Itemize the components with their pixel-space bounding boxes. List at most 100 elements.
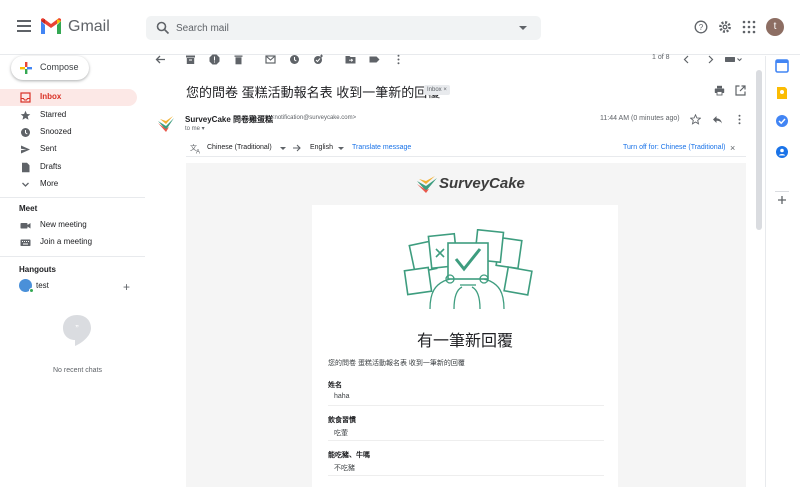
more-vert-icon[interactable] <box>734 114 745 125</box>
side-panel-divider <box>775 191 789 192</box>
sidebar-item-label: Sent <box>40 144 57 153</box>
add-chat-button[interactable]: + <box>123 280 130 294</box>
message-scrollbar[interactable] <box>755 70 764 487</box>
sidebar-item-sent[interactable]: Sent <box>0 141 137 158</box>
input-tools-keyboard-icon[interactable] <box>725 54 743 65</box>
svg-text:”: ” <box>75 324 78 335</box>
sidebar-item-label: Join a meeting <box>40 237 93 246</box>
help-icon[interactable]: ? <box>694 20 708 34</box>
add-addon-plus-icon[interactable] <box>775 193 789 207</box>
inbox-icon <box>20 92 31 103</box>
turn-off-translation-link[interactable]: Turn off for: Chinese (Traditional) <box>623 144 725 151</box>
hangouts-user-name[interactable]: test <box>36 281 49 290</box>
sidebar-item-label: Drafts <box>40 162 62 171</box>
response-title: 有一筆新回覆 <box>416 333 513 350</box>
compose-plus-icon <box>20 62 32 74</box>
gmail-logo-icon[interactable] <box>40 18 62 35</box>
sidebar-item-snoozed[interactable]: Snoozed <box>0 124 137 141</box>
keyboard-icon <box>20 239 31 246</box>
send-icon <box>21 145 30 154</box>
sidebar-item-inbox[interactable]: Inbox <box>0 89 137 106</box>
recipient-details-toggle[interactable]: to me ▾ <box>185 125 205 132</box>
source-language-select[interactable]: Chinese (Traditional) <box>207 144 272 151</box>
surveycake-logo-icon <box>417 176 437 193</box>
draft-file-icon <box>22 162 30 173</box>
app-title[interactable]: Gmail <box>68 18 110 36</box>
inbox-label-chip[interactable]: Inbox × <box>424 85 450 95</box>
sidebar-item-drafts[interactable]: Drafts <box>0 159 137 176</box>
sidebar-item-label: More <box>40 179 59 188</box>
star-icon <box>20 110 31 120</box>
clock-icon <box>21 128 30 137</box>
search-options-icon[interactable] <box>519 26 527 30</box>
field-value: 吃葷 <box>334 430 348 437</box>
email-subject: 您的問卷 蛋糕活動報名表 收到一筆新的回覆 <box>186 85 441 100</box>
tasks-icon[interactable] <box>775 114 789 128</box>
side-panel <box>765 56 800 487</box>
online-status-icon <box>29 288 34 293</box>
sidebar-item-starred[interactable]: Starred <box>0 107 137 124</box>
sidebar-item-new-meeting[interactable]: New meeting <box>0 217 137 234</box>
translate-bar: 文 A Chinese (Traditional) English Transl… <box>186 139 746 157</box>
next-chevron-icon[interactable] <box>705 54 716 65</box>
delete-trash-icon[interactable] <box>233 54 244 65</box>
field-divider <box>328 475 604 476</box>
sidebar-item-join-meeting[interactable]: Join a meeting <box>0 234 137 251</box>
compose-button[interactable]: Compose <box>11 56 89 80</box>
email-body: SurveyCake 有一筆新回覆 您的問卷 蛋糕活動報名表 收到一筆新的回覆 … <box>186 163 746 487</box>
more-vert-icon[interactable] <box>393 54 404 65</box>
svg-text:?: ? <box>699 23 704 32</box>
hangouts-heading: Hangouts <box>19 265 56 274</box>
response-subtitle: 您的問卷 蛋糕活動報名表 收到一筆新的回覆 <box>328 360 465 367</box>
chevron-down-icon[interactable] <box>338 147 344 150</box>
field-divider <box>328 440 604 441</box>
sender-email: <notification@surveycake.com> <box>271 115 357 121</box>
search-input[interactable] <box>176 16 506 40</box>
sidebar-item-more[interactable]: More <box>0 176 137 193</box>
calendar-icon[interactable] <box>775 59 789 73</box>
search-bar <box>146 16 541 40</box>
translate-icon: 文 A <box>190 143 200 155</box>
reply-arrow-icon[interactable] <box>712 114 723 125</box>
account-avatar[interactable]: t <box>766 18 784 36</box>
label-tag-icon[interactable] <box>369 54 380 65</box>
chevron-down-icon[interactable] <box>280 147 286 150</box>
field-label: 能吃豬、牛嗎 <box>328 452 370 459</box>
survey-voting-illustration-icon <box>403 229 533 309</box>
target-language-select[interactable]: English <box>310 144 333 151</box>
apps-grid-icon[interactable] <box>742 20 756 34</box>
move-to-folder-icon[interactable] <box>345 54 356 65</box>
translate-message-link[interactable]: Translate message <box>352 144 411 151</box>
field-value: 不吃豬 <box>334 465 355 472</box>
report-spam-icon[interactable] <box>209 54 220 65</box>
svg-text:A: A <box>196 150 200 155</box>
field-divider <box>328 405 604 406</box>
sidebar-item-label: New meeting <box>40 220 87 229</box>
back-arrow-icon[interactable] <box>155 54 166 65</box>
close-translate-bar-icon[interactable]: × <box>730 143 735 153</box>
mark-unread-icon[interactable] <box>265 54 276 65</box>
keep-notes-icon[interactable] <box>775 86 789 100</box>
sidebar-item-label: Inbox <box>40 92 62 101</box>
previous-chevron-icon[interactable] <box>681 54 692 65</box>
snooze-clock-icon[interactable] <box>289 54 300 65</box>
chevron-down-icon <box>22 182 29 187</box>
scrollbar-thumb[interactable] <box>756 70 762 230</box>
settings-gear-icon[interactable] <box>718 20 732 34</box>
sidebar-divider <box>0 256 145 257</box>
pagination-count: 1 of 8 <box>652 54 670 61</box>
no-recent-chats-text: No recent chats <box>52 367 103 374</box>
surveycake-brand-text: SurveyCake <box>439 175 525 192</box>
star-outline-icon[interactable] <box>690 114 701 125</box>
surveycake-sender-logo[interactable] <box>156 115 176 135</box>
archive-icon[interactable] <box>185 54 196 65</box>
search-icon[interactable] <box>156 21 170 35</box>
contacts-icon[interactable] <box>775 145 789 159</box>
print-icon[interactable] <box>714 85 725 96</box>
add-to-tasks-icon[interactable] <box>313 54 324 65</box>
sender-name[interactable]: SurveyCake 問卷雞蛋糕 <box>185 114 273 125</box>
main-menu-icon[interactable] <box>17 20 31 32</box>
compose-label: Compose <box>40 62 79 72</box>
open-new-window-icon[interactable] <box>735 85 746 96</box>
email-timestamp: 11:44 AM (0 minutes ago) <box>600 115 680 122</box>
